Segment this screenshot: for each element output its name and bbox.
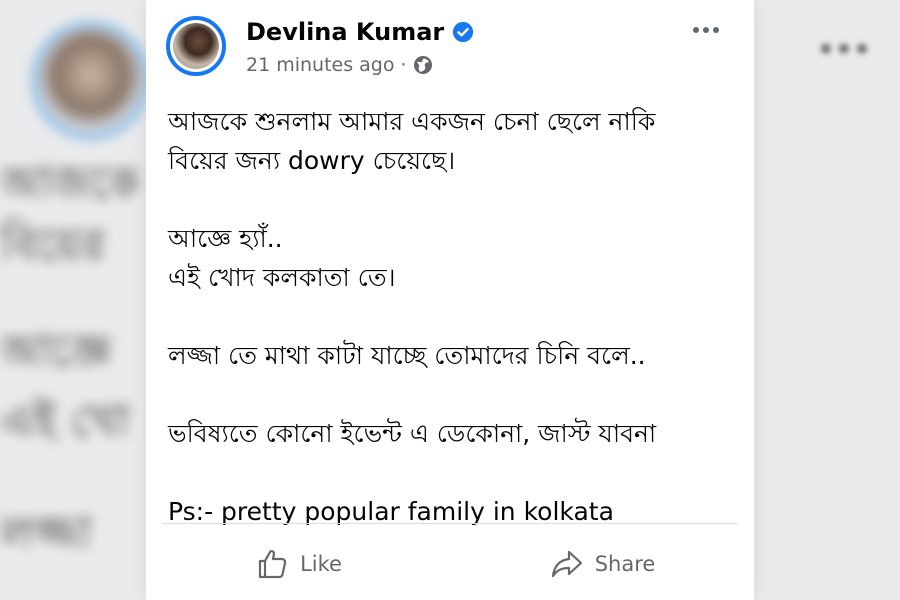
share-arrow-icon: [551, 550, 582, 578]
blurred-more-icon: •••: [815, 30, 872, 70]
share-label: Share: [594, 552, 656, 576]
post-actions: Like Share: [146, 536, 754, 592]
like-button[interactable]: Like: [146, 536, 450, 592]
post-text-line: লজ্জা তে মাথা কাটা যাচ্ছে তোমাদের চিনি ব…: [168, 341, 646, 370]
blurred-avatar: [30, 20, 151, 141]
author-avatar[interactable]: [166, 16, 226, 76]
post-text-line: আজ্ঞে হ্যাঁ..: [168, 224, 283, 253]
thumbs-up-icon: [258, 550, 287, 579]
post-body: আজকে শুনলাম আমার একজন চেনা ছেলে নাকি বিয…: [168, 102, 738, 531]
meta-separator: ·: [400, 54, 407, 76]
more-options-icon[interactable]: [686, 16, 726, 44]
post-text-line: এই খোদ কলকাতা তে।: [168, 263, 396, 292]
post-text-line: Ps:- pretty popular family in kolkata: [168, 497, 614, 526]
author-name[interactable]: Devlina Kumar: [246, 18, 444, 46]
post-text-line: বিয়ের জন্য dowry চেয়েছে।: [168, 146, 456, 175]
action-divider: [162, 523, 738, 524]
post-text-line: [168, 375, 738, 414]
author-row: Devlina Kumar: [246, 16, 474, 48]
post-text-line: [168, 297, 738, 336]
post-meta: 21 minutes ago ·: [246, 54, 433, 76]
dot: [703, 27, 709, 33]
post-card: Devlina Kumar 21 minutes ago · আজকে শুনল…: [146, 0, 754, 600]
globe-icon[interactable]: [413, 55, 433, 75]
verified-badge-icon: [452, 21, 474, 43]
like-label: Like: [300, 552, 342, 576]
post-text-line: ভবিষ্যতে কোনো ইভেন্ট এ ডেকোনা, জাস্ট যাব…: [168, 419, 657, 448]
post-timestamp[interactable]: 21 minutes ago: [246, 54, 395, 76]
share-button[interactable]: Share: [450, 536, 754, 592]
post-text-line: [168, 453, 738, 492]
dot: [693, 27, 699, 33]
post-text-line: [168, 180, 738, 219]
avatar-photo: [173, 23, 219, 69]
dot: [713, 27, 719, 33]
post-text-line: আজকে শুনলাম আমার একজন চেনা ছেলে নাকি: [168, 107, 656, 136]
